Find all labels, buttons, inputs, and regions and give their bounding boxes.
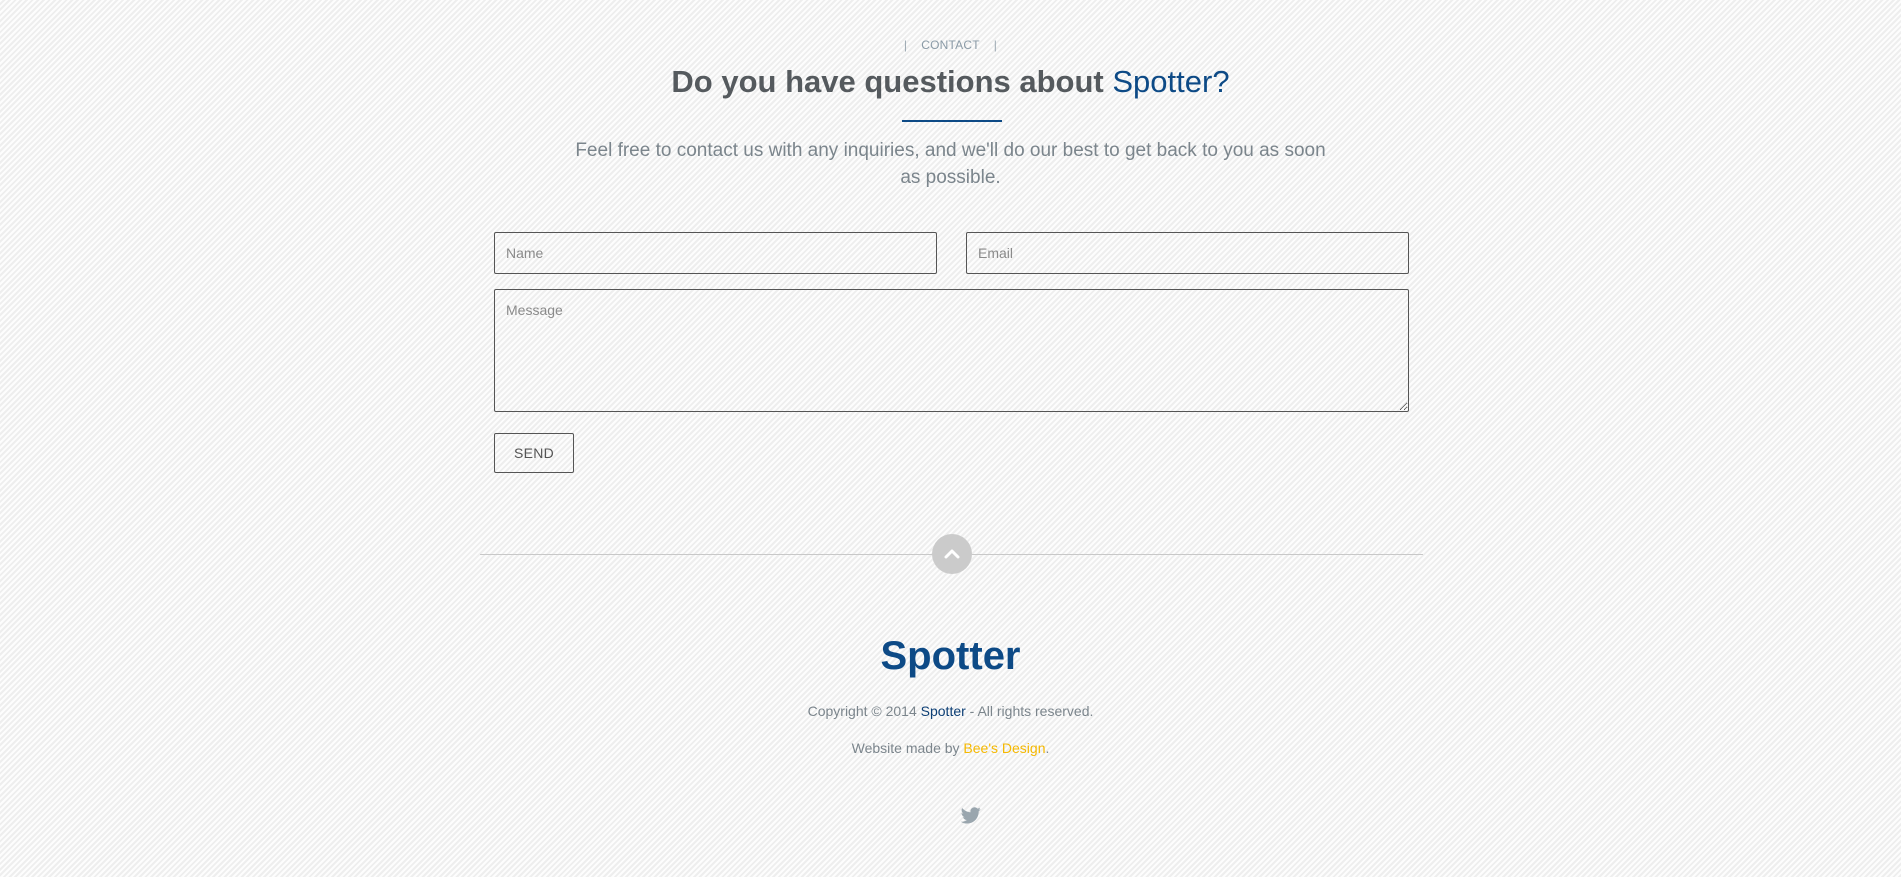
send-button[interactable]: SEND [494,433,574,473]
label-divider-right: | [993,38,998,52]
heading-underline [902,120,1002,122]
message-input[interactable] [494,289,1409,412]
copyright-text: Copyright © 2014 Spotter - All rights re… [0,703,1901,719]
section-label-text: CONTACT [921,38,980,52]
copyright-prefix: Copyright © 2014 [807,703,917,719]
designer-link[interactable]: Bee's Design [963,740,1045,756]
email-input[interactable] [966,232,1409,274]
section-label: | CONTACT | [0,38,1901,52]
chevron-up-icon [944,549,960,559]
credit-text: Website made by Bee's Design. [0,740,1901,756]
copyright-brand-link[interactable]: Spotter [921,703,966,719]
contact-heading: Do you have questions about Spotter? [0,64,1901,100]
heading-brand: Spotter? [1112,64,1230,99]
label-divider-left: | [903,38,908,52]
contact-intro: Feel free to contact us with any inquiri… [575,140,1326,188]
credit-prefix: Website made by [851,740,960,756]
scroll-to-top-button[interactable] [932,534,972,574]
twitter-icon [960,807,981,824]
twitter-link[interactable] [960,807,981,824]
heading-text: Do you have questions about [671,64,1104,99]
name-input[interactable] [494,232,937,274]
footer-logo: Spotter [880,634,1021,678]
copyright-suffix: - All rights reserved. [969,703,1094,719]
credit-suffix: . [1045,740,1050,756]
